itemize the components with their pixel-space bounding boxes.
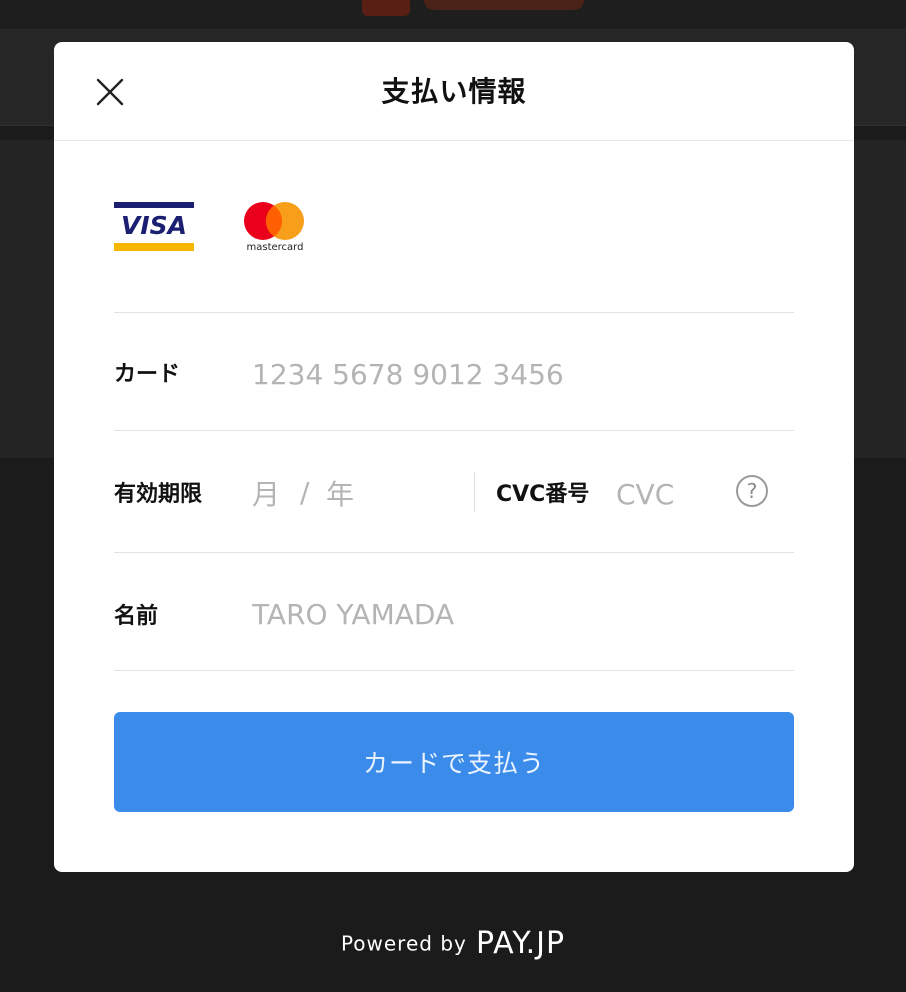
expiry-separator: / [300, 476, 310, 509]
mastercard-wordmark: mastercard [246, 242, 304, 253]
payjp-logo: PAY.JP [475, 926, 566, 961]
cardholder-name-input[interactable] [252, 592, 772, 636]
pay-button[interactable]: カードで支払う [114, 712, 794, 812]
card-number-label: カード [114, 362, 181, 387]
cvc-label: CVC番号 [496, 482, 590, 507]
expiry-year-input[interactable] [326, 472, 386, 516]
modal-header: 支払い情報 [54, 42, 854, 141]
visa-wordmark: VISA [120, 211, 187, 240]
powered-by-text: Powered by [340, 931, 467, 956]
question-icon[interactable]: ? [736, 475, 768, 507]
card-number-input[interactable] [252, 352, 772, 396]
field-separator [474, 472, 475, 512]
background-logo-icon [362, 0, 410, 16]
divider [114, 552, 794, 553]
payment-modal: 支払い情報 VISA mastercard カード 有効期限 / CVC番号 ?… [54, 42, 854, 872]
divider [114, 670, 794, 671]
expiry-label: 有効期限 [114, 482, 203, 507]
divider [114, 312, 794, 313]
card-brands: VISA mastercard [114, 202, 794, 272]
background-logo-wordmark [424, 0, 584, 10]
powered-by-footer: Powered by PAY.JP [0, 926, 906, 961]
background-topbar [0, 0, 906, 30]
modal-title: 支払い情報 [381, 75, 527, 108]
divider [114, 430, 794, 431]
visa-logo-icon: VISA [114, 202, 194, 252]
name-label: 名前 [114, 604, 159, 629]
mastercard-logo-icon: mastercard [240, 202, 310, 258]
cvc-input[interactable] [616, 472, 726, 516]
expiry-month-input[interactable] [252, 472, 296, 516]
